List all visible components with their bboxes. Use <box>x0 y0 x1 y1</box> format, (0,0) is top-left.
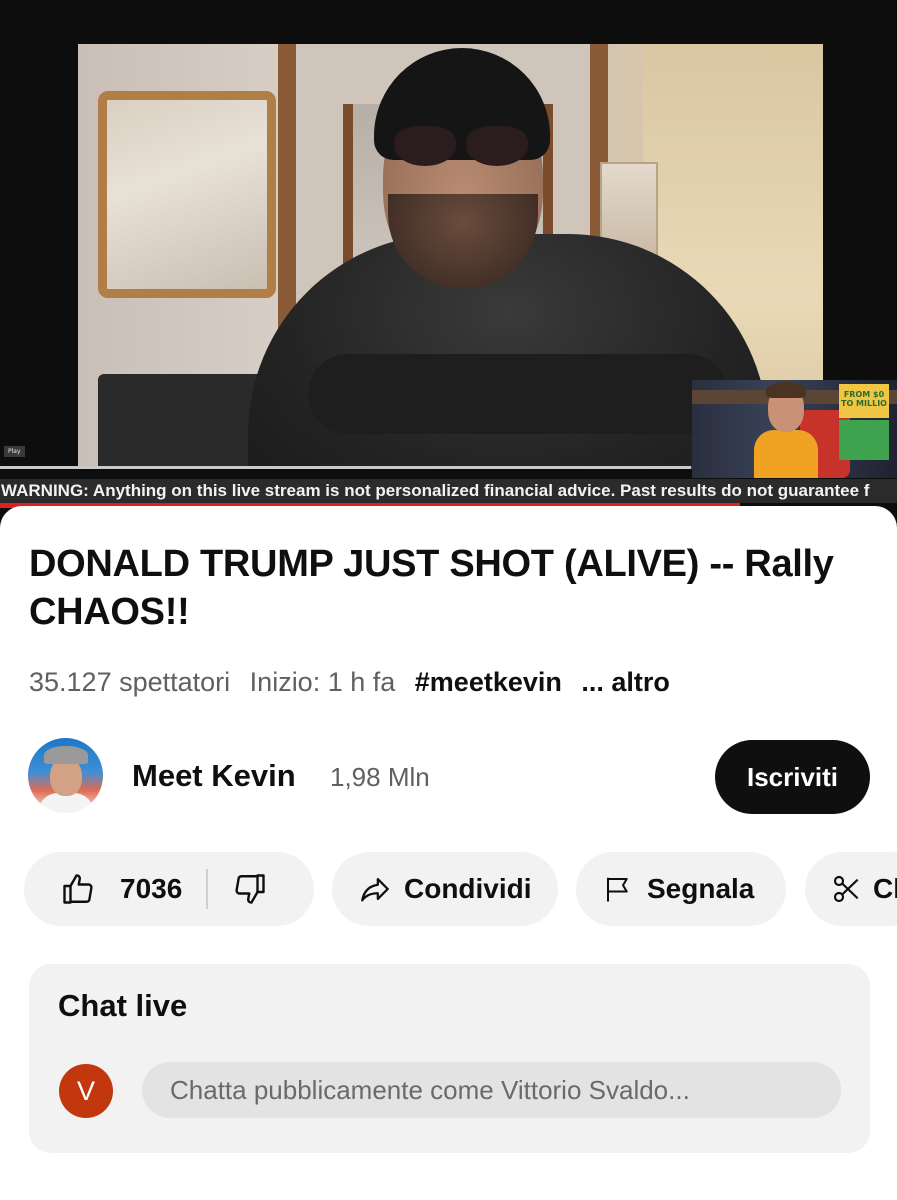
report-label: Segnala <box>647 873 755 904</box>
flag-icon <box>607 877 628 902</box>
share-arrow-icon <box>361 877 389 902</box>
viewer-count: 35.127 spettatori <box>29 667 231 697</box>
live-chat-card[interactable]: Chat live V <box>29 964 870 1153</box>
thumbs-down-icon <box>235 874 265 904</box>
thumbs-up-icon <box>63 874 93 904</box>
report-button[interactable]: Segnala <box>576 852 786 926</box>
user-avatar: V <box>59 1064 113 1118</box>
channel-avatar[interactable] <box>28 738 103 813</box>
pip-sign: FROM $0 TO MILLIO <box>839 384 889 418</box>
action-bar: 7036 Condividi Segnala Cl <box>0 852 897 926</box>
video-title: DONALD TRUMP JUST SHOT (ALIVE) -- Rally … <box>29 543 834 633</box>
warning-ticker: WARNING: Anything on this live stream is… <box>0 479 897 503</box>
hashtag-link[interactable]: #meetkevin <box>415 667 562 697</box>
channel-name[interactable]: Meet Kevin <box>132 756 296 796</box>
dislike-button[interactable] <box>208 852 268 926</box>
chat-title: Chat live <box>58 988 188 1023</box>
clip-button[interactable]: Cl <box>805 852 897 926</box>
subscribe-button[interactable]: Iscriviti <box>715 740 870 814</box>
subscriber-count: 1,98 Mln <box>330 762 430 792</box>
play-tag: Play <box>4 446 25 457</box>
share-button[interactable]: Condividi <box>332 852 558 926</box>
clip-label: Cl <box>873 873 897 904</box>
video-meta[interactable]: 35.127 spettatori Inizio: 1 h fa #meetke… <box>29 664 682 700</box>
video-player[interactable]: Play FROM $0 TO MILLIO WARNING: Anything… <box>0 0 897 530</box>
picture-in-picture-host: FROM $0 TO MILLIO <box>692 380 897 478</box>
start-time: Inizio: 1 h fa <box>249 667 396 697</box>
video-progress-fill <box>0 466 691 469</box>
share-label: Condividi <box>404 873 532 904</box>
scissors-icon <box>833 875 859 903</box>
like-button[interactable]: 7036 <box>24 852 182 926</box>
mirror <box>98 91 276 298</box>
more-button[interactable]: ... altro <box>581 667 670 697</box>
chat-input[interactable] <box>142 1062 841 1118</box>
like-count: 7036 <box>120 873 183 904</box>
like-dislike-pill: 7036 <box>24 852 314 926</box>
speaker-sunglasses <box>394 126 528 166</box>
